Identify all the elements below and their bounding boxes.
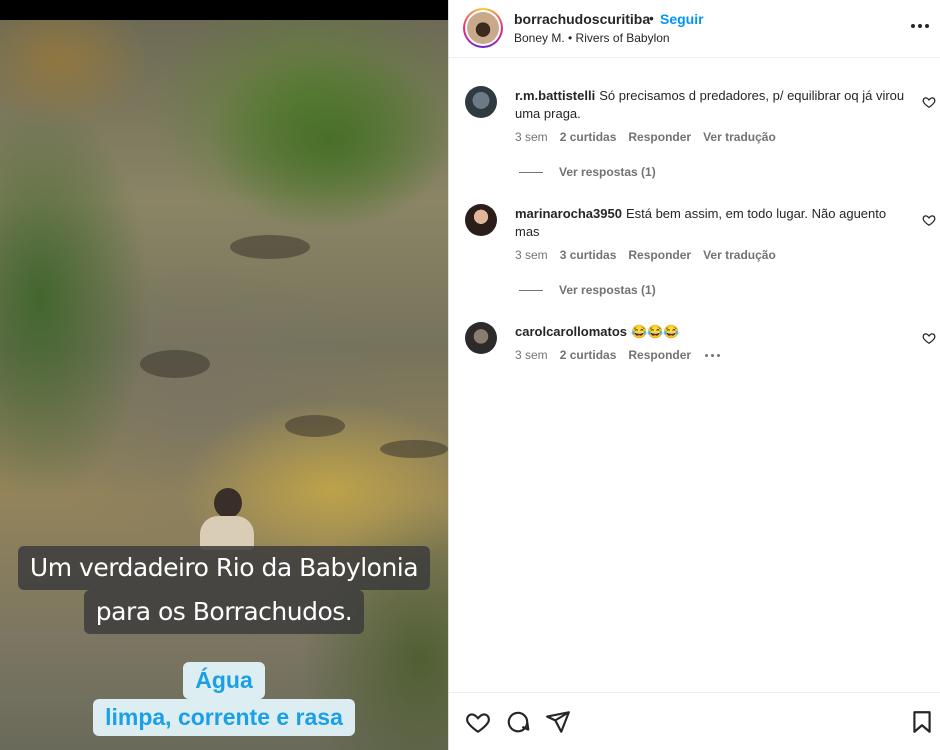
video-caption-line: para os Borrachudos. xyxy=(0,590,448,634)
video-caption-highlight: Água xyxy=(0,662,448,699)
translate-button[interactable]: Ver tradução xyxy=(703,130,776,144)
owner-username[interactable]: borrachudoscuritiba xyxy=(514,11,650,27)
commenter-avatar[interactable] xyxy=(465,204,497,236)
comment-likes[interactable]: 2 curtidas xyxy=(560,130,617,144)
translate-button[interactable]: Ver tradução xyxy=(703,248,776,262)
commenter-avatar[interactable] xyxy=(465,86,497,118)
stream-rock xyxy=(285,415,345,437)
comment-meta: 3 sem 2 curtidas Responder Ver tradução xyxy=(515,130,776,144)
reply-button[interactable]: Responder xyxy=(628,130,691,144)
post-video[interactable] xyxy=(0,20,448,750)
heart-icon[interactable] xyxy=(465,709,491,735)
view-replies-button[interactable]: Ver respostas (1) xyxy=(519,283,656,297)
comment-time[interactable]: 3 sem xyxy=(515,348,548,362)
video-caption-highlight: limpa, corrente e rasa xyxy=(0,699,448,736)
comment-text: carolcarollomatos 😂😂😂 xyxy=(515,324,680,339)
video-caption-line: Um verdadeiro Rio da Babylonia xyxy=(0,546,448,590)
comment-options-icon[interactable] xyxy=(703,350,721,360)
more-options-icon[interactable] xyxy=(911,18,931,34)
person-in-stream xyxy=(196,488,256,550)
stream-rock xyxy=(230,235,310,259)
post-action-bar xyxy=(449,692,940,750)
stream-rock xyxy=(380,440,448,458)
comment-text: marinarocha3950 Está bem assim, em todo l… xyxy=(515,206,887,239)
audio-track-link[interactable]: Boney M. • Rivers of Babylon xyxy=(514,31,670,45)
commenter-username[interactable]: marinarocha3950 xyxy=(515,206,622,221)
heart-icon[interactable] xyxy=(922,95,936,109)
comment-time[interactable]: 3 sem xyxy=(515,130,548,144)
comment-time[interactable]: 3 sem xyxy=(515,248,548,262)
commenter-avatar[interactable] xyxy=(465,322,497,354)
comment-meta: 3 sem 3 curtidas Responder Ver tradução xyxy=(515,248,776,262)
follow-button[interactable]: Seguir xyxy=(660,11,704,27)
comment-icon[interactable] xyxy=(505,709,531,735)
owner-avatar[interactable] xyxy=(463,8,503,48)
view-replies-button[interactable]: Ver respostas (1) xyxy=(519,165,656,179)
reply-button[interactable]: Responder xyxy=(628,348,691,362)
reply-button[interactable]: Responder xyxy=(628,248,691,262)
post-header: borrachudoscuritiba • Seguir Boney M. • … xyxy=(449,0,940,58)
post-details-panel: borrachudoscuritiba • Seguir Boney M. • … xyxy=(448,0,940,750)
header-separator: • xyxy=(649,10,654,26)
bookmark-icon[interactable] xyxy=(909,709,935,735)
comment-text: r.m.battistelli Só precisamos d predadore… xyxy=(515,88,905,121)
comment-likes[interactable]: 3 curtidas xyxy=(560,248,617,262)
commenter-username[interactable]: r.m.battistelli xyxy=(515,88,595,103)
comment-meta: 3 sem 2 curtidas Responder xyxy=(515,348,721,362)
comment-likes[interactable]: 2 curtidas xyxy=(560,348,617,362)
share-icon[interactable] xyxy=(545,709,571,735)
commenter-username[interactable]: carolcarollomatos xyxy=(515,324,627,339)
heart-icon[interactable] xyxy=(922,331,936,345)
stream-rock xyxy=(140,350,210,378)
heart-icon[interactable] xyxy=(922,213,936,227)
